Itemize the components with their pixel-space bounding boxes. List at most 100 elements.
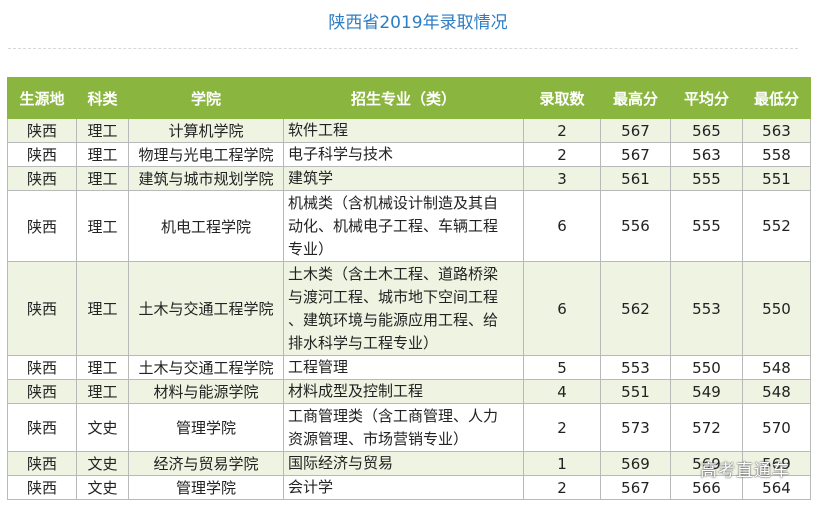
cell-major: 会计学 xyxy=(283,475,524,500)
cell-count: 1 xyxy=(523,451,601,476)
cell-major: 国际经济与贸易 xyxy=(283,451,524,476)
cell-college: 计算机学院 xyxy=(128,118,284,143)
major-line: 、建筑环境与能源应用工程、给 xyxy=(288,310,499,329)
table-row: 陕西 文史 管理学院 工商管理类（含工商管理、人力 资源管理、市场营销专业） 2 573 57… xyxy=(7,403,811,452)
cell-max: 567 xyxy=(600,118,671,143)
cell-category: 理工 xyxy=(76,142,129,167)
cell-count: 2 xyxy=(523,403,601,452)
cell-major: 工商管理类（含工商管理、人力 资源管理、市场营销专业） xyxy=(283,403,524,452)
cell-college: 经济与贸易学院 xyxy=(128,451,284,476)
page-title: 陕西省2019年录取情况 xyxy=(328,13,508,33)
header-min: 最低分 xyxy=(742,77,811,119)
header-count: 录取数 xyxy=(523,77,601,119)
cell-college: 物理与光电工程学院 xyxy=(128,142,284,167)
cell-region: 陕西 xyxy=(7,379,77,404)
major-line: 工程管理 xyxy=(288,358,349,376)
cell-min: 552 xyxy=(742,190,811,262)
header-category: 科类 xyxy=(76,77,129,119)
cell-major: 材料成型及控制工程 xyxy=(283,379,524,404)
cell-major: 机械类（含机械设计制造及其自 动化、机械电子工程、车辆工程 专业） xyxy=(283,190,524,262)
cell-college: 管理学院 xyxy=(128,475,284,500)
major-line: 资源管理、市场营销专业） xyxy=(288,429,469,448)
cell-max: 561 xyxy=(600,166,671,191)
cell-major: 土木类（含土木工程、道路桥梁 与渡河工程、城市地下空间工程 、建筑环境与能源应用工程… xyxy=(283,261,524,356)
table-row: 陕西 理工 建筑与城市规划学院 建筑学 3 561 555 551 xyxy=(7,166,811,191)
admission-table: 生源地 科类 学院 招生专业（类） 录取数 最高分 平均分 最低分 陕西 理工 计算… xyxy=(7,77,811,500)
major-line: 专业） xyxy=(288,239,334,258)
cell-avg: 572 xyxy=(670,403,743,452)
cell-min: 548 xyxy=(742,379,811,404)
header-max: 最高分 xyxy=(600,77,671,119)
table-header-row: 生源地 科类 学院 招生专业（类） 录取数 最高分 平均分 最低分 xyxy=(7,77,811,119)
cell-college: 建筑与城市规划学院 xyxy=(128,166,284,191)
cell-avg: 555 xyxy=(670,190,743,262)
cell-count: 4 xyxy=(523,379,601,404)
cell-count: 2 xyxy=(523,118,601,143)
major-line: 建筑学 xyxy=(288,169,334,187)
cell-min: 563 xyxy=(742,118,811,143)
major-line: 土木类（含土木工程、道路桥梁 xyxy=(288,264,499,283)
cell-category: 文史 xyxy=(76,403,129,452)
major-line: 动化、机械电子工程、车辆工程 xyxy=(288,216,499,235)
cell-max: 567 xyxy=(600,142,671,167)
cell-count: 2 xyxy=(523,142,601,167)
cell-college: 土木与交通工程学院 xyxy=(128,355,284,380)
cell-max: 556 xyxy=(600,190,671,262)
cell-major: 电子科学与技术 xyxy=(283,142,524,167)
table-row: 陕西 理工 机电工程学院 机械类（含机械设计制造及其自 动化、机械电子工程、车辆工程 专业… xyxy=(7,190,811,262)
cell-category: 理工 xyxy=(76,118,129,143)
table-row: 陕西 文史 管理学院 会计学 2 567 566 564 xyxy=(7,475,811,500)
cell-category: 文史 xyxy=(76,475,129,500)
cell-region: 陕西 xyxy=(7,451,77,476)
cell-category: 文史 xyxy=(76,451,129,476)
cell-min: 570 xyxy=(742,403,811,452)
cell-avg: 553 xyxy=(670,261,743,356)
cell-major: 工程管理 xyxy=(283,355,524,380)
cell-min: 548 xyxy=(742,355,811,380)
cell-max: 562 xyxy=(600,261,671,356)
cell-min: 558 xyxy=(742,142,811,167)
cell-region: 陕西 xyxy=(7,475,77,500)
major-line: 机械类（含机械设计制造及其自 xyxy=(288,193,499,212)
cell-count: 2 xyxy=(523,475,601,500)
cell-avg: 555 xyxy=(670,166,743,191)
header-major: 招生专业（类） xyxy=(283,77,524,119)
header-region: 生源地 xyxy=(7,77,77,119)
table-row: 陕西 理工 土木与交通工程学院 工程管理 5 553 550 548 xyxy=(7,355,811,380)
cell-max: 569 xyxy=(600,451,671,476)
cell-region: 陕西 xyxy=(7,190,77,262)
cell-avg: 565 xyxy=(670,118,743,143)
watermark: 高考直通车 xyxy=(700,461,790,481)
major-line: 国际经济与贸易 xyxy=(288,454,394,472)
cell-count: 6 xyxy=(523,261,601,356)
cell-max: 567 xyxy=(600,475,671,500)
cell-count: 5 xyxy=(523,355,601,380)
cell-region: 陕西 xyxy=(7,142,77,167)
major-line: 材料成型及控制工程 xyxy=(288,382,424,400)
cell-count: 6 xyxy=(523,190,601,262)
cell-max: 551 xyxy=(600,379,671,404)
cell-college: 土木与交通工程学院 xyxy=(128,261,284,356)
cell-college: 材料与能源学院 xyxy=(128,379,284,404)
table-row: 陕西 理工 物理与光电工程学院 电子科学与技术 2 567 563 558 xyxy=(7,142,811,167)
major-line: 会计学 xyxy=(288,478,334,496)
major-line: 软件工程 xyxy=(288,121,349,139)
cell-region: 陕西 xyxy=(7,166,77,191)
cell-min: 550 xyxy=(742,261,811,356)
cell-category: 理工 xyxy=(76,355,129,380)
cell-region: 陕西 xyxy=(7,403,77,452)
cell-min: 551 xyxy=(742,166,811,191)
header-college: 学院 xyxy=(128,77,284,119)
table-row: 陕西 文史 经济与贸易学院 国际经济与贸易 1 569 569 569 xyxy=(7,451,811,476)
major-line: 电子科学与技术 xyxy=(288,145,394,163)
cell-avg: 563 xyxy=(670,142,743,167)
table-row: 陕西 理工 计算机学院 软件工程 2 567 565 563 xyxy=(7,118,811,143)
cell-count: 3 xyxy=(523,166,601,191)
major-line: 工商管理类（含工商管理、人力 xyxy=(288,406,499,425)
cell-college: 管理学院 xyxy=(128,403,284,452)
table-body: 陕西 理工 计算机学院 软件工程 2 567 565 563 陕西 理工 物理与光电工程学院 电子科学… xyxy=(7,118,811,500)
cell-avg: 550 xyxy=(670,355,743,380)
cell-category: 理工 xyxy=(76,261,129,356)
cell-category: 理工 xyxy=(76,379,129,404)
major-line: 排水科学与工程专业） xyxy=(288,333,439,352)
